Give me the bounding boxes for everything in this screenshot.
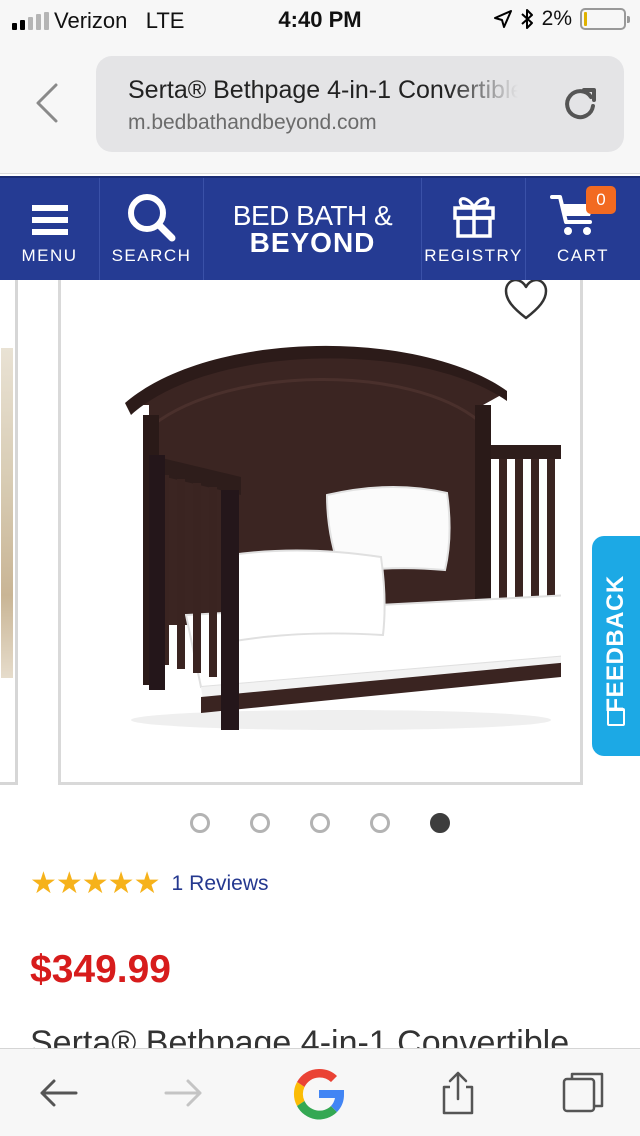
bed-bath-beyond-logo[interactable]: BED BATH & BEYOND — [204, 178, 422, 280]
reload-icon[interactable] — [560, 84, 600, 124]
status-bar: Verizon LTE 4:40 PM 2% — [0, 0, 640, 40]
battery-icon — [580, 8, 630, 30]
logo-line-1: BED BATH & — [232, 200, 393, 231]
carousel-dot[interactable] — [250, 813, 270, 833]
previous-image-card[interactable] — [0, 280, 18, 785]
product-price: $349.99 — [30, 948, 171, 991]
product-image-carousel[interactable] — [0, 280, 640, 790]
reviews-label: Reviews — [189, 871, 269, 895]
cart-button[interactable]: 0 CART — [526, 178, 640, 280]
battery-percent: 2% — [541, 7, 572, 30]
cart-count-badge: 0 — [586, 186, 616, 214]
search-button[interactable]: SEARCH — [100, 178, 204, 280]
menu-label: MENU — [21, 246, 78, 265]
menu-button[interactable]: MENU — [0, 178, 100, 280]
registry-label: REGISTRY — [424, 246, 523, 265]
product-image-crib — [125, 345, 561, 730]
feedback-plus-icon — [607, 708, 625, 726]
carousel-pagination — [0, 813, 640, 833]
page-title: Serta® Bethpage 4-in-1 Convertible Crib — [128, 76, 518, 105]
carousel-dot[interactable] — [190, 813, 210, 833]
google-icon[interactable] — [288, 1063, 350, 1125]
feedback-label: FEEDBACK — [602, 575, 629, 713]
browser-back-chevron-icon[interactable] — [30, 82, 64, 124]
product-image-card[interactable] — [58, 280, 583, 785]
forward-arrow-icon[interactable] — [160, 1069, 208, 1117]
rating-stars: ★★★★★ — [30, 866, 160, 901]
cart-label: CART — [557, 246, 609, 265]
browser-toolbar — [0, 1048, 640, 1136]
back-arrow-icon[interactable] — [34, 1069, 82, 1117]
feedback-tab[interactable]: FEEDBACK — [592, 536, 640, 756]
favorite-heart-icon[interactable] — [503, 280, 549, 322]
product-rating: ★★★★★ 1 Reviews — [30, 866, 269, 901]
logo-line-2: BEYOND — [249, 227, 376, 258]
search-label: SEARCH — [111, 246, 192, 265]
reviews-link[interactable]: 1 Reviews — [171, 872, 268, 896]
status-right-group: 2% — [493, 7, 630, 31]
address-bar[interactable]: Serta® Bethpage 4-in-1 Convertible Crib … — [96, 56, 624, 152]
browser-address-area: Serta® Bethpage 4-in-1 Convertible Crib … — [0, 40, 640, 174]
site-header-nav: MENU SEARCH BED BATH & BEYOND REGISTRY 0… — [0, 176, 640, 280]
carousel-dot[interactable] — [370, 813, 390, 833]
gift-icon — [452, 197, 495, 238]
tabs-icon[interactable] — [560, 1069, 608, 1117]
bluetooth-icon — [520, 9, 533, 29]
hamburger-menu-icon — [31, 205, 68, 235]
registry-button[interactable]: REGISTRY — [422, 178, 526, 280]
location-arrow-icon — [493, 10, 512, 28]
carousel-dot-active[interactable] — [430, 813, 450, 833]
search-icon — [127, 194, 175, 242]
carousel-dot[interactable] — [310, 813, 330, 833]
share-icon[interactable] — [434, 1069, 482, 1117]
review-count: 1 — [171, 871, 184, 895]
page-domain: m.bedbathandbeyond.com — [128, 111, 377, 134]
